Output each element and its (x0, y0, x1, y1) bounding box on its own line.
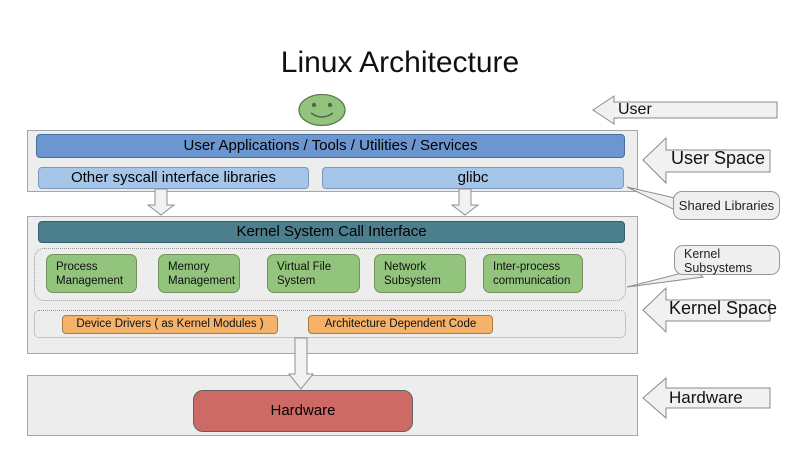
device-drivers-box: Device Drivers ( as Kernel Modules ) (62, 315, 278, 334)
linux-architecture-diagram: Linux Architecture User Applications / T… (0, 0, 800, 452)
smiley-face-icon (299, 95, 345, 126)
kernel-subsystems-line2: Subsystems (684, 261, 779, 275)
hardware-arrow-label: Hardware (669, 388, 743, 408)
shared-libraries-callout: Shared Libraries (673, 191, 780, 220)
architecture-dependent-code-box: Architecture Dependent Code (308, 315, 493, 334)
kernel-subsystems-line1: Kernel (684, 247, 779, 261)
other-syscall-libraries-bar: Other syscall interface libraries (38, 167, 309, 189)
glibc-down-arrow-icon (452, 189, 478, 215)
subsystem-box-virtual-file-system: Virtual File System (267, 254, 360, 293)
subsystem-box-memory-management: Memory Management (158, 254, 240, 293)
syscall-lib-down-arrow-icon (148, 189, 174, 215)
glibc-bar: glibc (322, 167, 624, 189)
user-applications-bar: User Applications / Tools / Utilities / … (36, 134, 625, 158)
kernel-subsystems-callout: Kernel Subsystems (674, 245, 780, 275)
subsystem-box-inter-process-communication: Inter-process communication (483, 254, 583, 293)
user-space-arrow-label: User Space (671, 148, 765, 169)
subsystem-box-process-management: Process Management (46, 254, 137, 293)
subsystem-box-network-subsystem: Network Subsystem (374, 254, 466, 293)
diagram-title: Linux Architecture (0, 47, 800, 79)
kernel-space-arrow-label: Kernel Space (669, 298, 777, 319)
hardware-box: Hardware (193, 390, 413, 432)
user-arrow-label: User (618, 101, 652, 119)
kernel-syscall-interface-bar: Kernel System Call Interface (38, 221, 625, 243)
